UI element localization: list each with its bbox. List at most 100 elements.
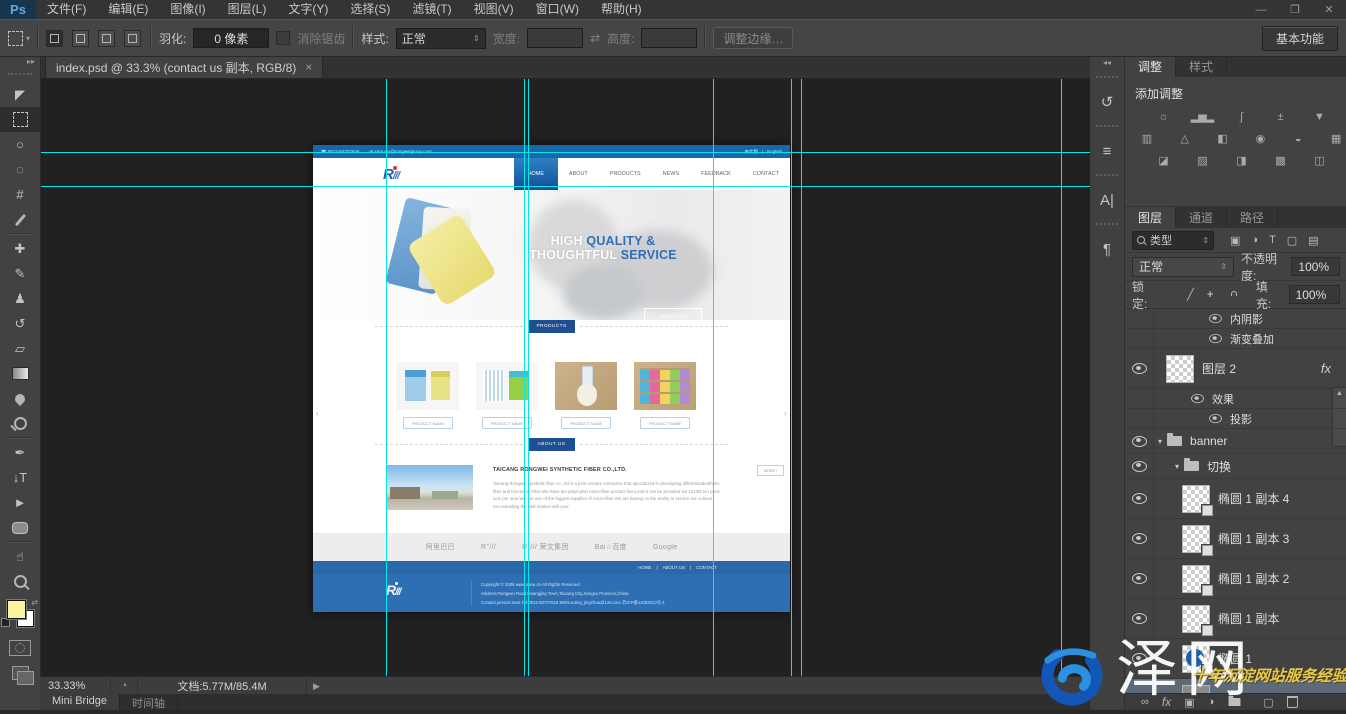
brightness-contrast-icon[interactable]: ☼ <box>1151 109 1175 124</box>
delete-layer-icon[interactable] <box>1287 696 1298 708</box>
visibility-eye-icon[interactable] <box>1132 436 1147 447</box>
photo-filter-icon[interactable]: ◉ <box>1249 131 1272 146</box>
shape-tool[interactable] <box>0 515 40 540</box>
threshold-icon[interactable]: ◨ <box>1229 153 1253 168</box>
feather-input[interactable]: 0 像素 <box>193 28 269 48</box>
layer-effect-row[interactable]: 投影 <box>1125 409 1346 429</box>
partner-logo[interactable]: Bai☆百度 <box>595 542 627 552</box>
eraser-tool[interactable]: ▱ <box>0 336 40 361</box>
partner-logo[interactable]: R°/// 荣文集团 <box>522 542 569 552</box>
layer-thumbnail[interactable] <box>1166 355 1194 383</box>
footer-link[interactable]: HOME <box>638 565 651 570</box>
photoshop-logo[interactable]: Ps <box>0 0 36 19</box>
tab-调整[interactable]: 调整 <box>1125 56 1176 77</box>
quick-selection-tool[interactable]: ◌ <box>0 157 40 182</box>
quick-mask-button[interactable] <box>9 640 31 656</box>
visibility-eye-icon[interactable] <box>1191 394 1204 403</box>
filter-type-layers-icon[interactable]: T <box>1269 234 1276 247</box>
antialias-checkbox[interactable] <box>276 31 290 45</box>
eyedropper-tool[interactable] <box>0 207 40 232</box>
path-selection-tool[interactable]: ► <box>0 490 40 515</box>
new-group-icon[interactable] <box>1229 698 1241 706</box>
status-arrow-icon[interactable]: ▶ <box>307 681 320 692</box>
type-tool[interactable]: ↓T <box>0 465 40 490</box>
banner-contact-us-button[interactable]: CONTACT US <box>644 308 702 320</box>
visibility-eye-icon[interactable] <box>1132 461 1147 472</box>
toolbar-collapse-icon[interactable]: ▸▸ <box>0 55 40 71</box>
style-select[interactable]: 正常⇕ <box>396 28 486 49</box>
guide-vertical[interactable] <box>791 78 792 676</box>
character-panel-icon[interactable]: A| <box>1090 183 1124 217</box>
filter-adjustment-layers-icon[interactable]: ◑ <box>1251 234 1258 247</box>
layer-thumbnail[interactable] <box>1182 485 1210 513</box>
clone-stamp-tool[interactable]: ♟ <box>0 286 40 311</box>
partner-logo[interactable]: R°/// <box>481 544 496 551</box>
hand-tool[interactable]: ☝ <box>0 544 40 569</box>
layer-row[interactable]: 椭圆 1 副本 2 <box>1125 559 1346 599</box>
product-card[interactable]: PRODUCT NAME <box>634 362 696 429</box>
layer-row[interactable]: 椭圆 1 副本 3 <box>1125 519 1346 559</box>
layer-row[interactable]: 椭圆 1 <box>1125 639 1346 679</box>
vibrance-icon[interactable]: ▼ <box>1307 109 1331 124</box>
canvas-area[interactable]: ☎ 0512-82707626 ✉ sara.wu@rongweigroup.c… <box>40 78 1090 676</box>
layer-thumbnail[interactable]: T⚠ <box>1182 685 1210 694</box>
screen-mode-button[interactable] <box>12 666 29 680</box>
fill-input[interactable]: 100% <box>1289 285 1340 304</box>
visibility-eye-icon[interactable] <box>1132 573 1147 584</box>
new-layer-icon[interactable]: ▢ <box>1263 696 1273 709</box>
visibility-eye-icon[interactable] <box>1132 653 1147 664</box>
group-expand-icon[interactable]: ▾ <box>1158 437 1162 446</box>
visibility-eye-icon[interactable] <box>1209 314 1222 323</box>
bottom-tab-0[interactable]: Mini Bridge <box>40 694 120 710</box>
filter-smart-objects-icon[interactable]: ▤ <box>1308 234 1318 247</box>
layer-effect-row[interactable]: 渐变叠加 <box>1125 329 1346 349</box>
guide-vertical[interactable] <box>524 78 525 676</box>
rectangular-marquee-tool[interactable] <box>0 107 40 132</box>
site-banner[interactable]: HIGH QUALITY & THOUGHTFUL SERVICE CONTAC… <box>313 190 790 320</box>
visibility-eye-icon[interactable] <box>1132 613 1147 624</box>
posterize-icon[interactable]: ▨ <box>1190 153 1214 168</box>
partner-logo[interactable]: 阿里巴巴 <box>426 542 455 552</box>
guide-horizontal[interactable] <box>40 186 1090 187</box>
menubar-item[interactable]: 图像(I) <box>159 0 216 19</box>
paragraph-panel-icon[interactable]: ¶ <box>1090 232 1124 266</box>
selection-subtract-button[interactable] <box>98 30 115 47</box>
menubar-item[interactable]: 图层(L) <box>217 0 278 19</box>
layer-thumbnail[interactable] <box>1182 645 1210 673</box>
opacity-input[interactable]: 100% <box>1291 257 1340 276</box>
selection-new-button[interactable] <box>46 30 63 47</box>
invert-icon[interactable]: ◪ <box>1151 153 1175 168</box>
menubar-item[interactable]: 文字(Y) <box>277 0 339 19</box>
layer-row[interactable]: 椭圆 1 副本 4 <box>1125 479 1346 519</box>
zoom-level-field[interactable]: 33.33% <box>40 677 111 695</box>
minimize-icon[interactable]: — <box>1244 0 1278 19</box>
selection-intersect-button[interactable] <box>124 30 141 47</box>
healing-brush-tool[interactable]: ✚ <box>0 236 40 261</box>
layer-fx-icon[interactable]: fx <box>1321 361 1331 376</box>
product-name-button[interactable]: PRODUCT NAME <box>561 417 611 429</box>
menubar-item[interactable]: 视图(V) <box>463 0 525 19</box>
group-expand-icon[interactable]: ▾ <box>1175 462 1179 471</box>
crop-tool[interactable]: # <box>0 182 40 207</box>
carousel-prev-icon[interactable]: ‹ <box>316 408 319 418</box>
pen-tool[interactable]: ✒ <box>0 440 40 465</box>
blur-tool[interactable] <box>0 386 40 411</box>
guide-vertical[interactable] <box>528 78 529 676</box>
menubar-item[interactable]: 帮助(H) <box>590 0 653 19</box>
workspace-switcher-button[interactable]: 基本功能 <box>1262 26 1338 51</box>
about-more-button[interactable]: MORE+ <box>757 465 784 476</box>
bottom-tab-1[interactable]: 时间轴 <box>120 694 178 710</box>
layer-mask-icon[interactable]: ▣ <box>1184 696 1194 709</box>
height-input[interactable] <box>641 28 697 48</box>
history-panel-icon[interactable]: ↺ <box>1090 85 1124 119</box>
lock-paint-icon[interactable]: ╱ <box>1185 288 1197 301</box>
layer-filter-type-select[interactable]: 类型⇕ <box>1132 231 1214 250</box>
tab-样式[interactable]: 样式 <box>1176 56 1227 77</box>
blend-mode-select[interactable]: 正常⇕ <box>1132 257 1234 277</box>
lock-position-icon[interactable]: + <box>1204 289 1216 301</box>
selection-add-button[interactable] <box>72 30 89 47</box>
move-tool[interactable]: ◤ <box>0 82 40 107</box>
adjustment-layer-icon[interactable]: ◑ <box>1208 696 1215 708</box>
tab-通道[interactable]: 通道 <box>1176 207 1227 228</box>
layer-thumbnail[interactable] <box>1182 605 1210 633</box>
